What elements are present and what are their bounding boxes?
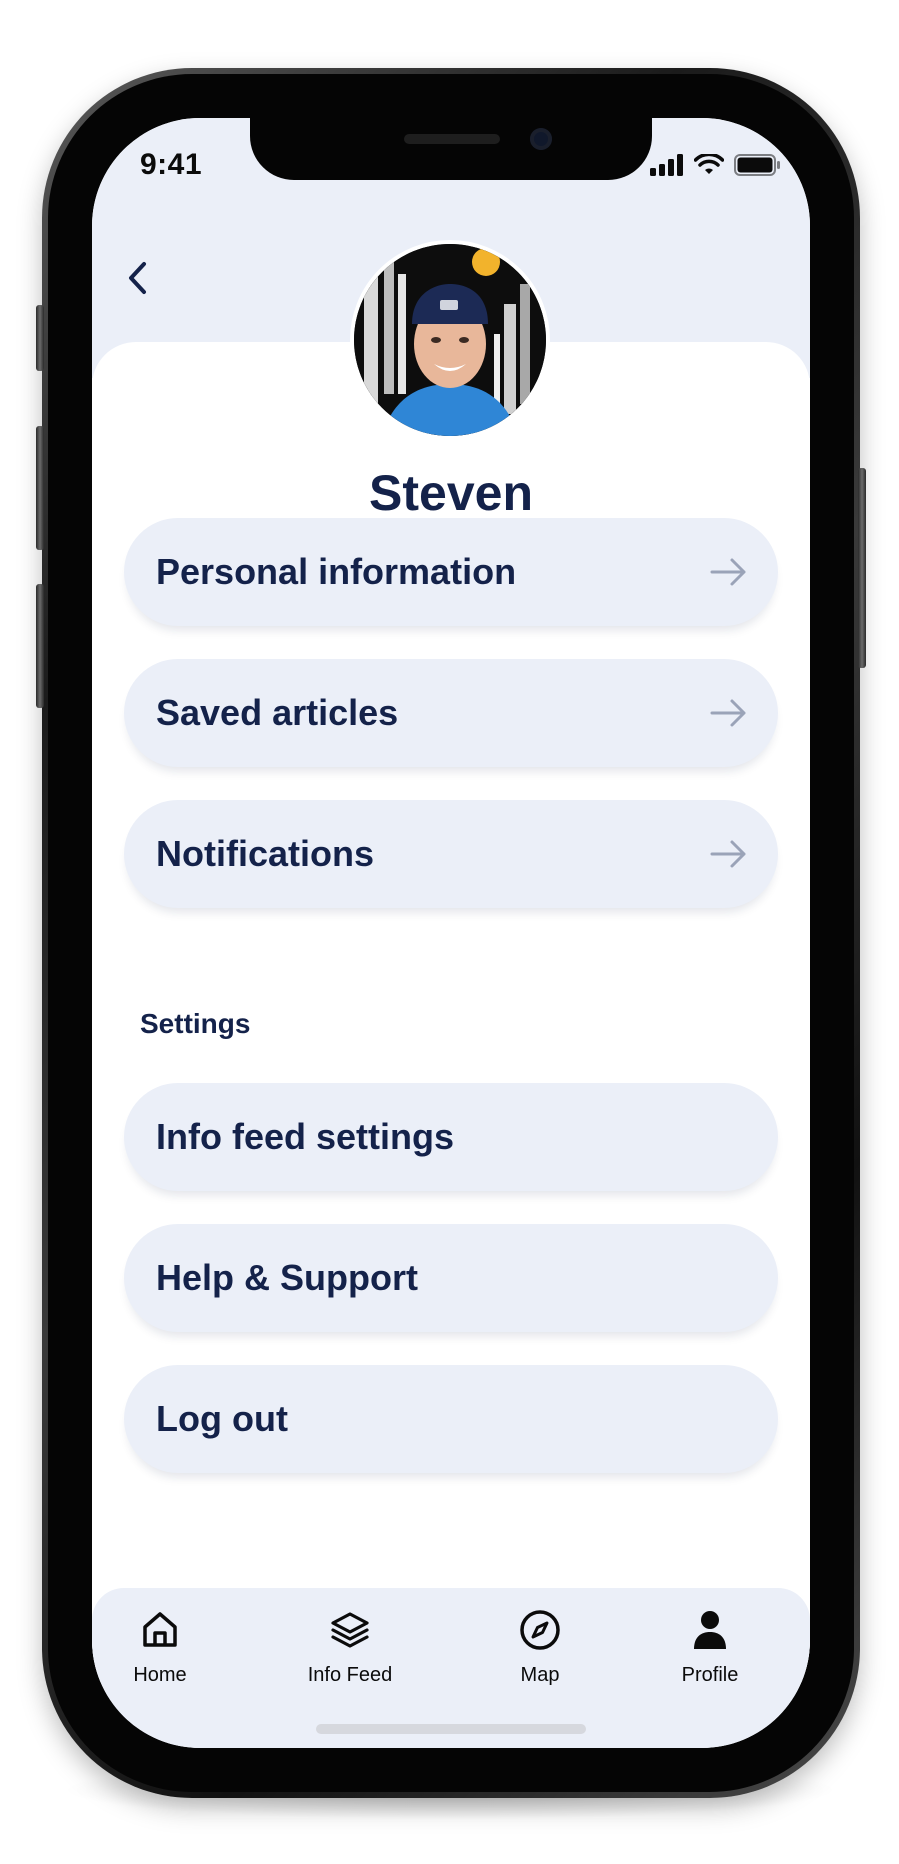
back-button[interactable]: [118, 258, 158, 298]
volume-up-button: [36, 426, 44, 550]
avatar-photo: [354, 244, 546, 436]
home-icon: [143, 1612, 177, 1647]
home-indicator[interactable]: [316, 1724, 586, 1734]
arrow-right-icon: [710, 558, 746, 586]
screen: 9:41 Steven Personal information Saved a…: [92, 118, 810, 1748]
tab-label: Home: [133, 1664, 187, 1686]
menu-item-notifications[interactable]: Notifications: [124, 800, 778, 908]
logout-button[interactable]: Log out: [124, 1365, 778, 1473]
signal-icon: [650, 154, 683, 176]
person-icon: [694, 1611, 726, 1649]
tab-home[interactable]: Home: [92, 1608, 240, 1687]
menu-item-label: Notifications: [156, 833, 375, 874]
status-icons: [650, 154, 780, 176]
silent-switch: [36, 305, 44, 371]
avatar[interactable]: [350, 240, 550, 440]
status-time: 9:41: [140, 148, 203, 181]
wifi-icon: [694, 154, 724, 174]
arrow-right-icon: [710, 699, 746, 727]
front-camera: [530, 128, 552, 150]
menu-item-personal-information[interactable]: Personal information: [124, 518, 778, 626]
battery-icon: [734, 154, 780, 176]
tab-label: Info Feed: [307, 1664, 393, 1686]
tab-map[interactable]: Map: [460, 1608, 620, 1687]
menu-item-saved-articles[interactable]: Saved articles: [124, 659, 778, 767]
settings-item-info-feed-settings[interactable]: Info feed settings: [124, 1083, 778, 1191]
chevron-left-icon: [129, 262, 146, 294]
settings-item-label: Info feed settings: [156, 1116, 455, 1157]
tab-label: Profile: [681, 1664, 739, 1686]
power-button: [858, 468, 866, 668]
menu-item-label: Personal information: [156, 551, 517, 592]
compass-icon: [520, 1610, 560, 1650]
menu-item-label: Saved articles: [156, 692, 399, 733]
tab-profile[interactable]: Profile: [630, 1608, 790, 1687]
earpiece-speaker: [404, 134, 500, 144]
arrow-right-icon: [710, 840, 746, 868]
volume-down-button: [36, 584, 44, 708]
settings-heading: Settings: [140, 1008, 251, 1039]
notch: [250, 118, 652, 180]
tab-info-feed[interactable]: Info Feed: [270, 1608, 430, 1687]
settings-item-help-support[interactable]: Help & Support: [124, 1224, 778, 1332]
settings-item-label: Help & Support: [156, 1257, 418, 1298]
tab-label: Map: [520, 1664, 560, 1686]
layers-icon: [331, 1612, 369, 1648]
tab-bar: Home Info Feed Map Profile: [92, 1588, 810, 1748]
settings-item-label: Log out: [156, 1398, 288, 1439]
profile-name: Steven: [369, 465, 533, 521]
